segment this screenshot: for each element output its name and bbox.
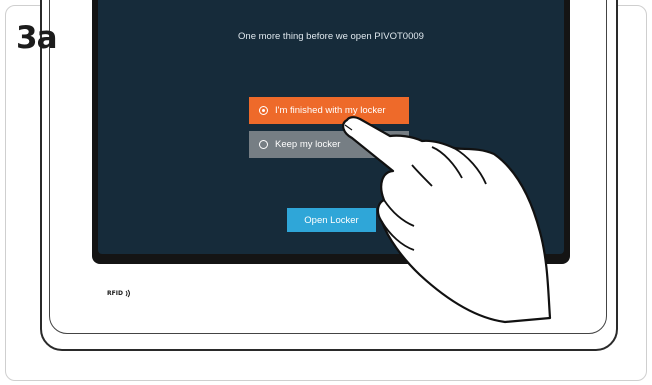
rfid-label: RFID	[107, 290, 123, 297]
brand-logo: .gilock	[515, 289, 547, 299]
rfid-logo: RFID	[107, 289, 132, 298]
radio-checked-icon	[259, 106, 268, 115]
rfid-icon	[125, 289, 130, 298]
option-label: Keep my locker	[275, 139, 341, 150]
screen-prompt: One more thing before we open PIVOT0009	[238, 31, 424, 42]
radio-unchecked-icon	[259, 140, 268, 149]
option-finished-with-locker[interactable]: I'm finished with my locker	[249, 97, 409, 124]
option-label: I'm finished with my locker	[275, 105, 386, 116]
open-locker-button[interactable]: Open Locker	[287, 208, 376, 232]
step-label: 3a	[16, 20, 57, 56]
option-keep-locker[interactable]: Keep my locker	[249, 131, 409, 158]
